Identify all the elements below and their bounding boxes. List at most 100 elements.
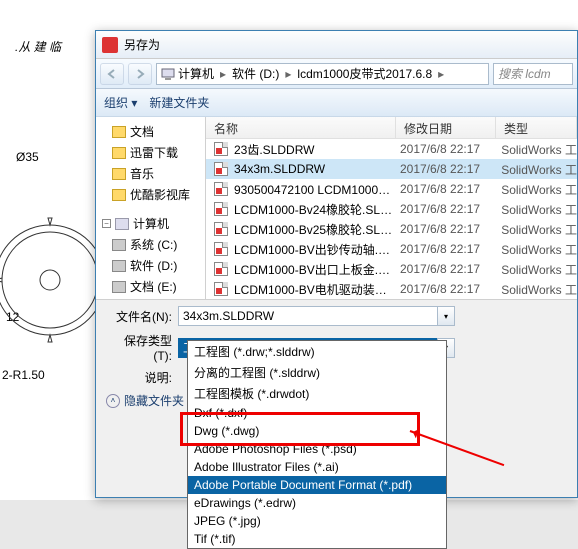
file-type: SolidWorks 工 [501, 201, 577, 218]
file-icon [214, 182, 228, 196]
file-list-header: 名称 修改日期 类型 [206, 117, 577, 139]
file-row[interactable]: 34x3m.SLDDRW 2017/6/8 22:17 SolidWorks 工 [206, 159, 577, 179]
drive-icon [112, 260, 126, 272]
arrow-left-icon [106, 68, 118, 80]
file-type: SolidWorks 工 [501, 221, 577, 238]
dropdown-item[interactable]: Tif (*.tif) [188, 530, 446, 548]
folder-icon [112, 147, 126, 159]
dropdown-item[interactable]: JPEG (*.jpg) [188, 512, 446, 530]
filename-label: 文件名(N): [106, 308, 178, 325]
tree-drive: 软件 (D:) [98, 255, 203, 276]
file-date: 2017/6/8 22:17 [400, 282, 495, 296]
dropdown-item[interactable]: eDrawings (*.edrw) [188, 494, 446, 512]
crumb-0[interactable]: 计算机 [175, 65, 217, 82]
file-row[interactable]: LCDM1000-BV出钞传动轴.SLDDRW 2017/6/8 22:17 Sol… [206, 239, 577, 259]
col-type[interactable]: 类型 [496, 117, 577, 138]
crumb-2[interactable]: lcdm1000皮带式2017.6.8 [294, 65, 435, 82]
chevron-right-icon: ▸ [438, 67, 444, 81]
file-row[interactable]: LCDM1000-Bv25橡胶轮.SLDDRW 2017/6/8 22:17 Sol… [206, 219, 577, 239]
file-name: LCDM1000-Bv25橡胶轮.SLDDRW [234, 221, 394, 238]
folder-icon [112, 126, 126, 138]
nav-bar: 计算机 ▸ 软件 (D:) ▸ lcdm1000皮带式2017.6.8 ▸ 搜索… [96, 59, 577, 89]
file-icon [214, 202, 228, 216]
gear-sketch [0, 190, 110, 370]
arrow-right-icon [134, 68, 146, 80]
file-row[interactable]: 930500472100 LCDM1000-BV前段下… 2017/6/8 22:… [206, 179, 577, 199]
col-date[interactable]: 修改日期 [396, 117, 496, 138]
filename-input[interactable]: 34x3m.SLDDRW [178, 306, 438, 326]
file-name: LCDM1000-BV出钞传动轴.SLDDRW [234, 241, 394, 258]
nav-fwd-button[interactable] [128, 63, 152, 85]
file-row[interactable]: LCDM1000-Bv24橡胶轮.SLDDRW2017/6/8 22:17Sol… [206, 199, 577, 219]
dropdown-item[interactable]: 分离的工程图 (*.slddrw) [188, 362, 446, 383]
file-date: 2017/6/8 22:17 [400, 262, 495, 276]
tree-drive: 文档 (E:) [98, 276, 203, 297]
file-row[interactable]: LCDM1000-BV电机驱动装配板金.SLD…2017/6/8 22:17So… [206, 279, 577, 299]
dropdown-item[interactable]: Adobe Portable Document Format (*.pdf) [188, 476, 446, 494]
crumb-1[interactable]: 软件 (D:) [229, 65, 282, 82]
file-date: 2017/6/8 22:17 [400, 222, 495, 236]
tree-item: 文档 [98, 121, 203, 142]
dim-radius: 2-R1.50 [2, 368, 45, 382]
chevron-up-icon: ˄ [106, 394, 120, 408]
folder-icon [112, 168, 126, 180]
file-name: 23齿.SLDDRW [234, 141, 394, 158]
dropdown-item[interactable]: 工程图 (*.drw;*.slddrw) [188, 341, 446, 362]
nav-back-button[interactable] [100, 63, 124, 85]
file-name: 930500472100 LCDM1000-BV前段下… [234, 181, 394, 198]
expand-icon[interactable]: − [102, 219, 111, 228]
file-icon [214, 222, 228, 236]
tree-item: 音乐 [98, 163, 203, 184]
note-text: .从 建 临 [15, 38, 61, 55]
savetype-label: 保存类型(T): [106, 332, 178, 363]
file-type: SolidWorks 工 [501, 161, 577, 178]
titlebar[interactable]: 另存为 [96, 31, 577, 59]
organize-button[interactable]: 组织 ▾ [104, 94, 137, 111]
folder-icon [112, 189, 126, 201]
drive-icon [112, 281, 126, 293]
desc-label: 说明: [106, 369, 178, 386]
dropdown-item[interactable]: Adobe Illustrator Files (*.ai) [188, 458, 446, 476]
new-folder-button[interactable]: 新建文件夹 [149, 94, 209, 111]
tree-computer: −计算机 [98, 213, 203, 234]
file-date: 2017/6/8 22:17 [400, 242, 495, 256]
drive-icon [112, 239, 126, 251]
breadcrumb[interactable]: 计算机 ▸ 软件 (D:) ▸ lcdm1000皮带式2017.6.8 ▸ [156, 63, 489, 85]
dialog-title: 另存为 [124, 36, 160, 53]
file-list[interactable]: 名称 修改日期 类型 23齿.SLDDRW 2017/6/8 22:17 Solid… [206, 117, 577, 299]
chevron-right-icon: ▸ [285, 67, 291, 81]
chevron-right-icon: ▸ [220, 67, 226, 81]
dropdown-item[interactable]: 工程图模板 (*.drwdot) [188, 383, 446, 404]
file-row[interactable]: LCDM1000-BV出口上板金.SLDDRW 2017/6/8 22:17 Sol… [206, 259, 577, 279]
file-icon [214, 282, 228, 296]
search-input[interactable]: 搜索 lcdm [493, 63, 573, 85]
folder-tree[interactable]: 文档 迅雷下载 音乐 优酷影视库 −计算机 系统 (C:) 软件 (D:) 文档… [96, 117, 206, 299]
file-date: 2017/6/8 22:17 [400, 162, 495, 176]
toolbar: 组织 ▾ 新建文件夹 [96, 89, 577, 117]
col-name[interactable]: 名称 [206, 117, 396, 138]
dim-diameter: Ø35 [16, 150, 39, 164]
dropdown-item[interactable]: Adobe Photoshop Files (*.psd) [188, 440, 446, 458]
file-type: SolidWorks 工 [501, 261, 577, 278]
filename-dropdown-button[interactable]: ▾ [437, 306, 455, 326]
tree-item: 迅雷下载 [98, 142, 203, 163]
file-icon [214, 262, 228, 276]
computer-icon [115, 218, 129, 230]
file-icon [214, 142, 228, 156]
file-row[interactable]: 23齿.SLDDRW 2017/6/8 22:17 SolidWorks 工 [206, 139, 577, 159]
file-name: 34x3m.SLDDRW [234, 162, 394, 176]
search-placeholder: 搜索 lcdm [498, 65, 551, 82]
file-name: LCDM1000-BV出口上板金.SLDDRW [234, 261, 394, 278]
app-icon [102, 37, 118, 53]
tree-drive: 系统 (C:) [98, 234, 203, 255]
file-date: 2017/6/8 22:17 [400, 142, 495, 156]
dropdown-item[interactable]: Dxf (*.dxf) [188, 404, 446, 422]
file-type: SolidWorks 工 [501, 141, 577, 158]
computer-icon [161, 67, 175, 81]
file-date: 2017/6/8 22:17 [400, 182, 495, 196]
file-icon [214, 242, 228, 256]
file-date: 2017/6/8 22:17 [400, 202, 495, 216]
tree-item: 优酷影视库 [98, 184, 203, 205]
file-type: SolidWorks 工 [501, 241, 577, 258]
savetype-dropdown[interactable]: 工程图 (*.drw;*.slddrw)分离的工程图 (*.slddrw)工程图… [187, 340, 447, 549]
